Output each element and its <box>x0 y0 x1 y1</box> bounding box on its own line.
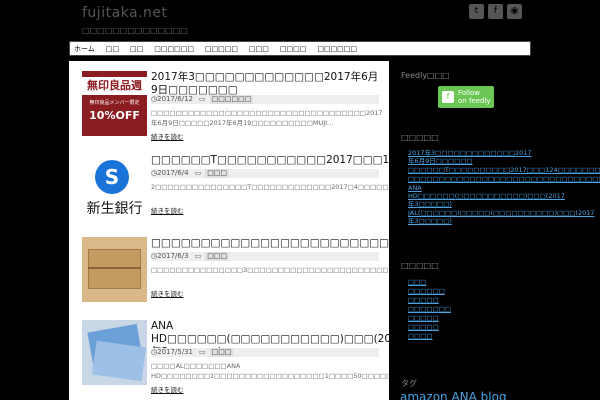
read-more-link[interactable]: 続きを読む <box>151 288 184 298</box>
feedly-icon[interactable]: f <box>488 4 503 19</box>
post-thumbnail[interactable]: 無印良品週間 無印良品メンバー限定 10%OFF <box>82 71 147 136</box>
post-meta: ◷ 2017/5/31 ▭ □□□ <box>151 348 379 357</box>
follow-label-line: on feedly <box>458 97 491 105</box>
nav-item[interactable]: □□ <box>106 45 119 53</box>
widget-title-recent: □□□□□ <box>401 133 439 142</box>
recent-post-link[interactable]: 2017年3□□□□□□□□□□□□□2017年6月9日□□□□□□ <box>408 149 533 165</box>
post-date: 2017/6/12 <box>157 95 194 103</box>
read-more-link[interactable]: 続きを読む <box>151 384 184 394</box>
category-link[interactable]: □□□□□ <box>408 296 533 304</box>
post-category[interactable]: □□□ <box>205 252 230 261</box>
feedly-follow-button[interactable]: f Follow on feedly <box>438 86 494 108</box>
post-meta: ◷ 2017/6/12 ▭ □□□□□□ <box>151 95 379 104</box>
post-date: 2017/6/4 <box>157 169 189 177</box>
widget-title-tags: タグ <box>401 379 417 388</box>
tag-cloud[interactable]: amazon ANA blog <box>400 390 507 400</box>
thumb-text: 新生銀行 <box>86 201 143 217</box>
shelf-shape <box>88 249 141 289</box>
follow-label: Follow on feedly <box>458 89 491 105</box>
nav-item[interactable]: □□□□□ <box>205 45 238 53</box>
post-meta: ◷ 2017/6/3 ▭ □□□ <box>151 252 379 261</box>
feedly-icon: f <box>442 91 454 103</box>
post-category[interactable]: □□□ <box>205 169 230 178</box>
social-links: t f ◉ <box>469 4 522 19</box>
category-link[interactable]: □□□ <box>408 278 533 286</box>
post-category[interactable]: □□□ <box>209 348 234 357</box>
post-excerpt: □□□□□□□□□□□□□□□3□□□□□□□□□□□□□□□□□□□□□□□□… <box>151 266 389 274</box>
category-list: □□□ □□□□□□ □□□□□ □□□□□□□ □□□□□ □□□□□ □□□… <box>408 278 533 341</box>
folder-icon: ▭ <box>194 169 202 177</box>
category-link[interactable]: □□□□□ <box>408 323 533 331</box>
bank-logo-icon: S <box>95 160 129 194</box>
post-title[interactable]: □□□□□□□□□□□□□□□□□□□□□□□□□□□□□□□□□□□□□□□□ <box>151 237 389 250</box>
nav-item[interactable]: □□□□□□ <box>317 45 357 53</box>
recent-post-link[interactable]: □□□□□□T□□□□□□□□□□2017□□□124□□□□□□□□□□□ <box>408 166 600 174</box>
shelf-board <box>88 267 141 269</box>
page: fujitaka.net □□□□□□□□□□□□□□ t f ◉ ホーム □□… <box>0 0 600 400</box>
site-description: □□□□□□□□□□□□□□ <box>82 26 188 35</box>
thumb-text: 無印良品メンバー限定 <box>89 100 140 106</box>
post-title[interactable]: 2017年3□□□□□□□□□□□□□2017年6月9日□□□□□□□ <box>151 71 381 97</box>
widget-title-category: □□□□□ <box>401 261 439 270</box>
post-date: 2017/6/3 <box>157 252 189 260</box>
post-meta: ◷ 2017/6/4 ▭ □□□ <box>151 169 379 178</box>
thumb-text: 無印良品週間 <box>82 77 147 110</box>
post-date: 2017/5/31 <box>157 348 194 356</box>
folder-icon: ▭ <box>199 348 206 356</box>
nav-item[interactable]: □□□□□□ <box>154 45 194 53</box>
recent-post-link[interactable]: JAL(□□□□□□)□□□□□(□□□□□□□□□□)□□□(2017年3□□… <box>408 209 595 225</box>
category-link[interactable]: □□□□ <box>408 332 533 340</box>
widget-title-feedly: Feedly□□□ <box>401 71 450 80</box>
nav-item[interactable]: □□ <box>130 45 143 53</box>
post-thumbnail[interactable] <box>82 320 147 385</box>
thumb-text: 10%OFF <box>89 109 140 122</box>
category-link[interactable]: □□□□□□□ <box>408 305 533 313</box>
read-more-link[interactable]: 続きを読む <box>151 205 184 215</box>
main-nav: ホーム □□ □□ □□□□□□ □□□□□ □□□ □□□□ □□□□□□ <box>69 41 531 56</box>
nav-item[interactable]: □□□ <box>249 45 269 53</box>
folder-icon: ▭ <box>199 95 206 103</box>
post-excerpt: □□□□AL□□□□□□□ANA HD□□□□□□□□1□□□□□□□□□□□□… <box>151 362 389 380</box>
rss-icon[interactable]: ◉ <box>507 4 522 19</box>
recent-post-link[interactable]: ANA HD□□□□□□(□□□□□□□□□□□)□□□(2017年3□□□□□… <box>408 184 565 208</box>
nav-item[interactable]: □□□□ <box>280 45 306 53</box>
follow-label-line: Follow <box>458 89 480 97</box>
nav-item-home[interactable]: ホーム <box>74 44 95 54</box>
post-title[interactable]: □□□□□□T□□□□□□□□□□□2017□□□124□□□□□□□□□□□ <box>151 154 389 167</box>
category-link[interactable]: □□□□□□ <box>408 287 533 295</box>
post-excerpt: □□□□□□□□□□□□□□□□□□□□□□□□□□□□□□□□□□□2017年… <box>151 109 383 127</box>
twitter-icon[interactable]: t <box>469 4 484 19</box>
card-shape <box>91 340 147 382</box>
post-excerpt: 2□□□□□□□□□□□□□□□T□□□□□□□□□□□□□2017□4□□□□… <box>151 183 389 191</box>
recent-posts-list: 2017年3□□□□□□□□□□□□□2017年6月9日□□□□□□ □□□□□… <box>408 149 600 226</box>
folder-icon: ▭ <box>194 252 202 260</box>
post-thumbnail[interactable]: S 新生銀行 <box>82 154 147 219</box>
post-list: 無印良品週間 無印良品メンバー限定 10%OFF 2017年3□□□□□□□□□… <box>69 61 389 400</box>
post-thumbnail[interactable] <box>82 237 147 302</box>
category-link[interactable]: □□□□□ <box>408 314 533 322</box>
site-title[interactable]: fujitaka.net <box>82 5 168 21</box>
recent-post-link[interactable]: □□□□□□□□□□□□□□□□□□□□□□□□□□□□□□□□□□□□□□ <box>408 175 600 183</box>
read-more-link[interactable]: 続きを読む <box>151 131 184 141</box>
post-category[interactable]: □□□□□□ <box>209 95 254 104</box>
